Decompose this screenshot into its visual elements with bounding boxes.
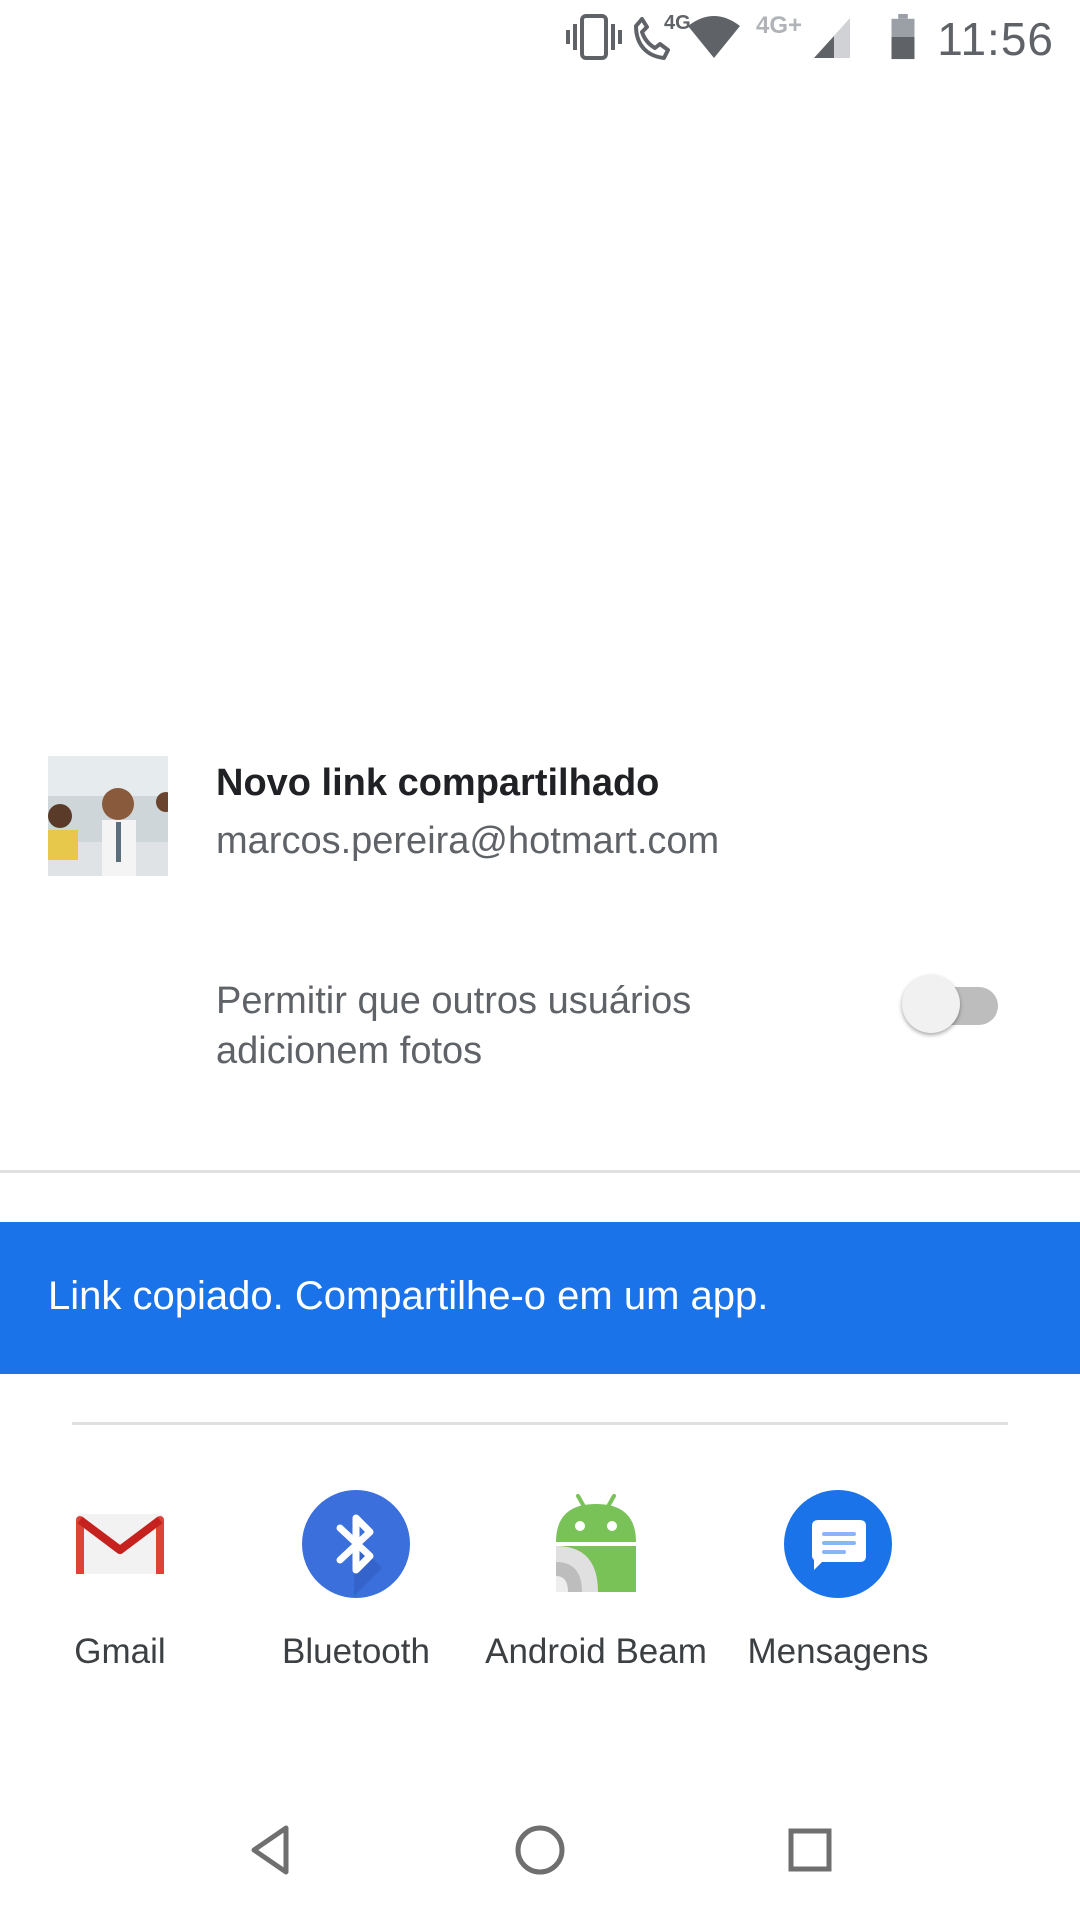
banner-text: Link copiado. Compartilhe-o em um app. xyxy=(48,1274,769,1318)
vibrate-icon xyxy=(566,14,622,60)
back-icon[interactable] xyxy=(246,1820,294,1880)
home-icon[interactable] xyxy=(512,1820,568,1880)
share-target-android-beam[interactable]: Android Beam xyxy=(476,1490,716,1672)
status-bar: 4G 4G+ 11:56 xyxy=(0,0,1080,80)
share-target-bluetooth[interactable]: Bluetooth xyxy=(236,1490,476,1672)
divider xyxy=(72,1422,1008,1425)
share-title: Novo link compartilhado xyxy=(216,762,660,804)
signal-network-label: 4G+ xyxy=(756,12,803,39)
link-copied-banner: Link copiado. Compartilhe-o em um app. xyxy=(0,1222,1080,1374)
divider xyxy=(0,1170,1080,1173)
wifi-icon xyxy=(688,16,740,58)
gmail-icon xyxy=(76,1514,164,1574)
allow-others-add-photos-label: Permitir que outros usuários adicionem f… xyxy=(216,980,692,1072)
share-target-gmail[interactable]: Gmail xyxy=(0,1490,240,1672)
cellular-signal-icon xyxy=(814,18,850,58)
bluetooth-icon xyxy=(302,1490,410,1598)
app-label: Gmail xyxy=(74,1632,166,1671)
app-label: Mensagens xyxy=(747,1632,929,1671)
share-target-messages[interactable]: Mensagens xyxy=(718,1490,958,1672)
status-time: 11:56 xyxy=(937,13,1054,65)
album-thumbnail xyxy=(48,756,168,876)
battery-icon xyxy=(891,14,915,60)
account-email: marcos.pereira@hotmart.com xyxy=(216,820,720,862)
app-label: Android Beam xyxy=(485,1632,707,1671)
recents-icon[interactable] xyxy=(786,1820,834,1880)
android-beam-icon xyxy=(556,1494,636,1592)
allow-others-add-photos-toggle[interactable] xyxy=(902,969,998,1033)
app-label: Bluetooth xyxy=(282,1632,430,1671)
messages-icon xyxy=(784,1490,892,1598)
